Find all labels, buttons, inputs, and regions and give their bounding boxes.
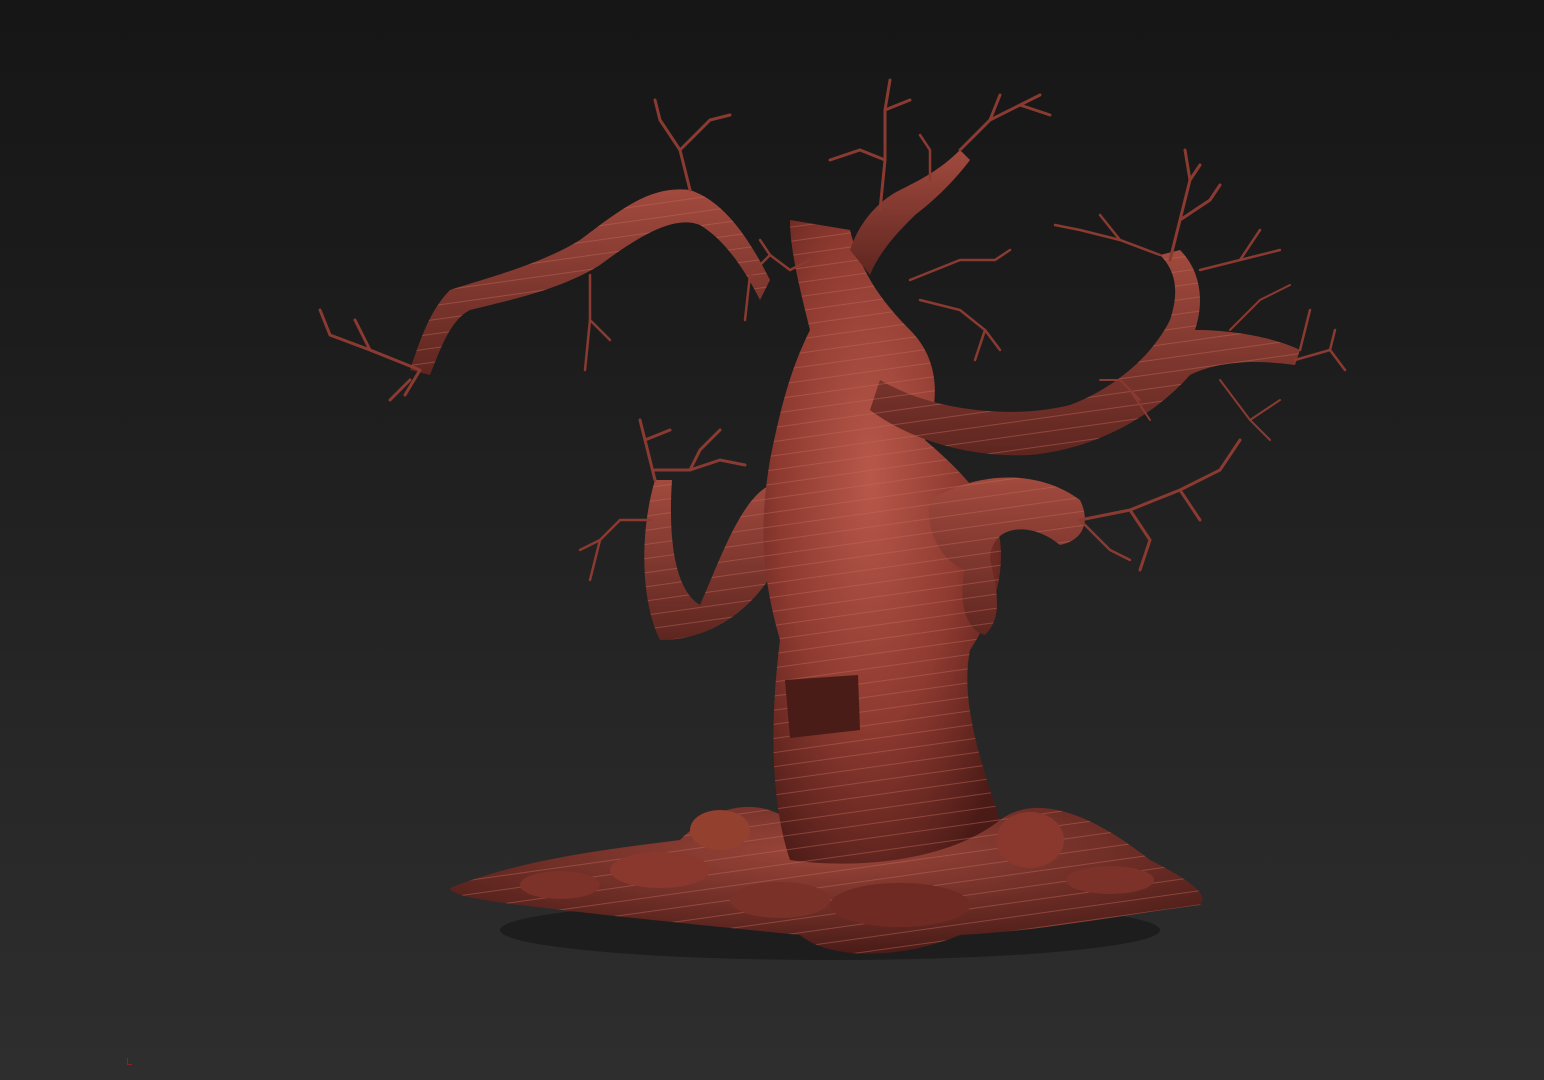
tree-sculpt-render <box>318 78 1347 960</box>
axis-gizmo-icon <box>127 1058 132 1065</box>
trunk-dark-patch <box>785 675 860 738</box>
sculpt-viewport[interactable] <box>0 0 1544 1080</box>
upper-center-branch <box>850 150 970 275</box>
